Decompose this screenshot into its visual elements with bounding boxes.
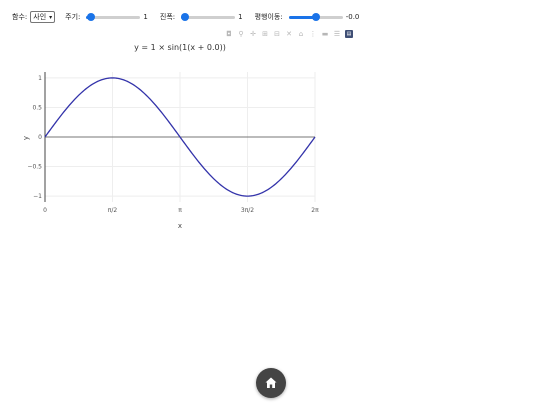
y-tick-label: −1: [33, 193, 42, 200]
slider-track: [181, 16, 236, 19]
reset-axes-icon[interactable]: ⌂: [297, 30, 305, 38]
shift-slider[interactable]: [288, 12, 343, 22]
y-tick-label: −0.5: [27, 164, 42, 171]
amplitude-value: 1: [238, 13, 243, 21]
x-tick-label: π: [178, 207, 182, 214]
function-select-value: 사인: [33, 13, 47, 21]
x-tick-label: 3π/2: [241, 207, 254, 214]
sine-chart[interactable]: y = 1 × sin(1(x + 0.0)) 0 π/2 π 3π/2 2π −1 −0.…: [0, 38, 540, 278]
amplitude-slider[interactable]: [181, 12, 236, 22]
amplitude-label: 진폭:: [159, 13, 176, 21]
y-axis-title: y: [22, 136, 30, 140]
hover-compare-icon[interactable]: ☰: [333, 30, 341, 38]
spike-lines-icon[interactable]: ⋮: [309, 30, 317, 38]
autoscale-icon[interactable]: ✕: [285, 30, 293, 38]
chart-ticks: 0 π/2 π 3π/2 2π −1 −0.5 0 0.5 1: [27, 75, 319, 214]
chart-title: y = 1 × sin(1(x + 0.0)): [134, 43, 226, 52]
period-label: 주기:: [65, 13, 81, 21]
y-tick-label: 1: [38, 75, 42, 82]
y-tick-label: 0.5: [32, 104, 42, 111]
slider-thumb[interactable]: [86, 13, 95, 21]
plotly-logo-icon[interactable]: ▤: [345, 30, 353, 38]
chevron-down-icon: ▾: [49, 13, 53, 21]
home-button[interactable]: [256, 368, 286, 398]
zoom-in-icon[interactable]: ⊞: [261, 30, 269, 38]
slider-thumb[interactable]: [181, 13, 190, 21]
plot-modebar: ◘ ⚲ ✛ ⊞ ⊟ ✕ ⌂ ⋮ ▬ ☰ ▤: [225, 30, 353, 38]
x-tick-label: 2π: [311, 207, 319, 214]
zoom-out-icon[interactable]: ⊟: [273, 30, 281, 38]
x-axis-title: x: [178, 222, 182, 230]
function-label: 함수:: [12, 13, 28, 21]
period-slider[interactable]: [86, 12, 141, 22]
function-select[interactable]: 사인 ▾: [30, 11, 56, 23]
hover-closest-icon[interactable]: ▬: [321, 30, 329, 38]
shift-label: 평행이동:: [254, 13, 283, 21]
slider-thumb[interactable]: [311, 13, 320, 21]
camera-icon[interactable]: ◘: [225, 30, 233, 38]
period-value: 1: [143, 13, 148, 21]
shift-value: -0.0: [345, 13, 360, 21]
zoom-icon[interactable]: ⚲: [237, 30, 245, 38]
pan-icon[interactable]: ✛: [249, 30, 257, 38]
x-tick-label: 0: [43, 207, 47, 214]
x-tick-label: π/2: [108, 207, 118, 214]
controls-bar: 함수: 사인 ▾ 주기: 1 진폭: 1 평행이동: -0.0: [12, 9, 371, 25]
y-tick-label: 0: [38, 134, 42, 141]
home-icon: [265, 377, 277, 388]
